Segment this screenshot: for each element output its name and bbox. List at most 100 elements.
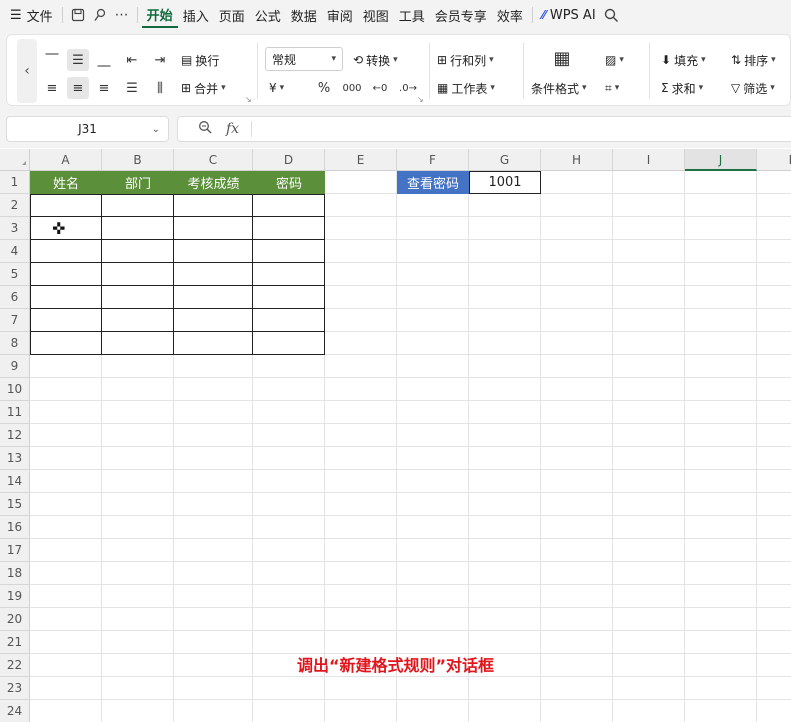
column-header-e[interactable]: E xyxy=(325,149,397,171)
row-header-23[interactable]: 23 xyxy=(0,677,30,700)
tab-efficiency[interactable]: 效率 xyxy=(492,0,528,30)
percent-icon[interactable]: % xyxy=(313,77,335,99)
row-header-11[interactable]: 11 xyxy=(0,401,30,424)
tab-member[interactable]: 会员专享 xyxy=(430,0,492,30)
increase-indent-icon[interactable]: ⇥ xyxy=(149,49,171,71)
column-header-a[interactable]: A xyxy=(30,149,102,171)
row-column-button[interactable]: ⊞ 行和列 ▾ xyxy=(437,49,494,71)
header-cell-department[interactable]: 部门 xyxy=(102,171,174,194)
password-id-cell[interactable]: 1001 xyxy=(469,171,541,194)
cell-style-button[interactable]: ▨ ▾ xyxy=(605,49,624,71)
row-header-12[interactable]: 12 xyxy=(0,424,30,447)
tab-data[interactable]: 数据 xyxy=(286,0,322,30)
formula-input[interactable]: fx xyxy=(177,116,791,142)
number-format-select[interactable]: 常规 ▾ xyxy=(265,47,343,71)
convert-button[interactable]: ⟲ 转换 ▾ xyxy=(353,49,398,71)
zoom-icon[interactable] xyxy=(198,120,212,138)
view-password-label-cell[interactable]: 查看密码 xyxy=(397,171,469,194)
fill-button[interactable]: ⬇ 填充 ▾ xyxy=(661,49,706,71)
row-header-16[interactable]: 16 xyxy=(0,516,30,539)
row-header-8[interactable]: 8 xyxy=(0,332,30,355)
row-header-17[interactable]: 17 xyxy=(0,539,30,562)
distributed-icon[interactable]: ⫼ xyxy=(149,77,171,99)
column-header-h[interactable]: H xyxy=(541,149,613,171)
column-header-b[interactable]: B xyxy=(102,149,174,171)
row-header-9[interactable]: 9 xyxy=(0,355,30,378)
currency-button[interactable]: ¥ ▾ xyxy=(269,77,284,99)
header-cell-password[interactable]: 密码 xyxy=(253,171,325,194)
grid-hline xyxy=(30,423,791,424)
header-cell-score[interactable]: 考核成绩 xyxy=(174,171,253,194)
row-header-15[interactable]: 15 xyxy=(0,493,30,516)
row-header-20[interactable]: 20 xyxy=(0,608,30,631)
worksheet-grid[interactable]: ABCDEFGHIJK 1234567891011121314151617181… xyxy=(0,149,791,722)
tab-review[interactable]: 审阅 xyxy=(322,0,358,30)
column-header-j[interactable]: J xyxy=(685,149,757,171)
column-header-i[interactable]: I xyxy=(613,149,685,171)
more-icon[interactable]: ⋯ xyxy=(111,0,133,30)
function-icon[interactable]: fx xyxy=(226,121,239,137)
tab-insert[interactable]: 插入 xyxy=(178,0,214,30)
row-header-7[interactable]: 7 xyxy=(0,309,30,332)
row-header-13[interactable]: 13 xyxy=(0,447,30,470)
decrease-decimal-icon[interactable]: .0→ xyxy=(397,77,419,99)
row-header-3[interactable]: 3 xyxy=(0,217,30,240)
tab-tools[interactable]: 工具 xyxy=(394,0,430,30)
file-menu[interactable]: ☰ 文件 xyxy=(0,0,58,30)
row-header-6[interactable]: 6 xyxy=(0,286,30,309)
chevron-down-icon: ▾ xyxy=(619,55,624,65)
column-header-k[interactable]: K xyxy=(757,149,791,171)
conditional-format-icon[interactable]: ▦ xyxy=(549,45,575,71)
align-middle-icon[interactable]: ☰ xyxy=(67,49,89,71)
column-header-f[interactable]: F xyxy=(397,149,469,171)
column-header-d[interactable]: D xyxy=(253,149,325,171)
align-left-icon[interactable]: ≡ xyxy=(41,77,63,99)
row-header-19[interactable]: 19 xyxy=(0,585,30,608)
tab-view[interactable]: 视图 xyxy=(358,0,394,30)
select-all-corner[interactable] xyxy=(0,149,30,171)
filter-button[interactable]: ▽ 筛选 ▾ xyxy=(731,77,775,99)
increase-decimal-icon[interactable]: ←0 xyxy=(369,77,391,99)
column-header-c[interactable]: C xyxy=(174,149,253,171)
row-header-24[interactable]: 24 xyxy=(0,700,30,722)
alignment-dialog-launcher-icon[interactable]: ↘ xyxy=(245,95,252,104)
row-header-14[interactable]: 14 xyxy=(0,470,30,493)
row-header-21[interactable]: 21 xyxy=(0,631,30,654)
merge-cells-button[interactable]: ⊞ 合并 ▾ xyxy=(181,77,226,99)
header-cell-name[interactable]: 姓名 xyxy=(30,171,102,194)
wrap-text-button[interactable]: ▤ 换行 xyxy=(181,49,219,71)
row-header-18[interactable]: 18 xyxy=(0,562,30,585)
wps-ai-button[interactable]: ⁄⁄ WPS AI xyxy=(537,0,601,30)
sigma-icon: Σ xyxy=(661,81,669,95)
align-bottom-icon[interactable]: ⎽ xyxy=(93,49,115,71)
save-icon[interactable] xyxy=(67,0,89,30)
conditional-format-button[interactable]: 条件格式 ▾ xyxy=(531,77,587,99)
border-button[interactable]: ⌗ ▾ xyxy=(605,77,619,99)
chevron-down-icon[interactable]: ⌄ xyxy=(152,124,160,135)
chevron-down-icon: ▾ xyxy=(490,83,495,93)
row-header-10[interactable]: 10 xyxy=(0,378,30,401)
autosum-button[interactable]: Σ 求和 ▾ xyxy=(661,77,703,99)
search-icon[interactable] xyxy=(601,0,623,30)
justify-icon[interactable]: ☰ xyxy=(121,77,143,99)
decrease-indent-icon[interactable]: ⇤ xyxy=(121,49,143,71)
thousands-separator-icon[interactable]: 000 xyxy=(341,77,363,99)
tab-home[interactable]: 开始 xyxy=(141,2,178,28)
row-column-label: 行和列 xyxy=(450,53,487,68)
row-header-2[interactable]: 2 xyxy=(0,194,30,217)
align-center-icon[interactable]: ≡ xyxy=(67,77,89,99)
align-top-icon[interactable]: ⎺ xyxy=(41,49,63,71)
tab-page[interactable]: 页面 xyxy=(214,0,250,30)
number-dialog-launcher-icon[interactable]: ↘ xyxy=(417,95,424,104)
row-header-5[interactable]: 5 xyxy=(0,263,30,286)
row-header-4[interactable]: 4 xyxy=(0,240,30,263)
ribbon-scroll-left-button[interactable]: ‹ xyxy=(17,39,37,103)
row-header-1[interactable]: 1 xyxy=(0,171,30,194)
format-painter-icon[interactable] xyxy=(89,0,111,30)
tab-formula[interactable]: 公式 xyxy=(250,0,286,30)
column-header-g[interactable]: G xyxy=(469,149,541,171)
worksheet-button[interactable]: ▦ 工作表 ▾ xyxy=(437,77,495,99)
align-right-icon[interactable]: ≡ xyxy=(93,77,115,99)
name-box[interactable]: J31 ⌄ xyxy=(6,116,169,142)
sort-button[interactable]: ⇅ 排序 ▾ xyxy=(731,49,776,71)
